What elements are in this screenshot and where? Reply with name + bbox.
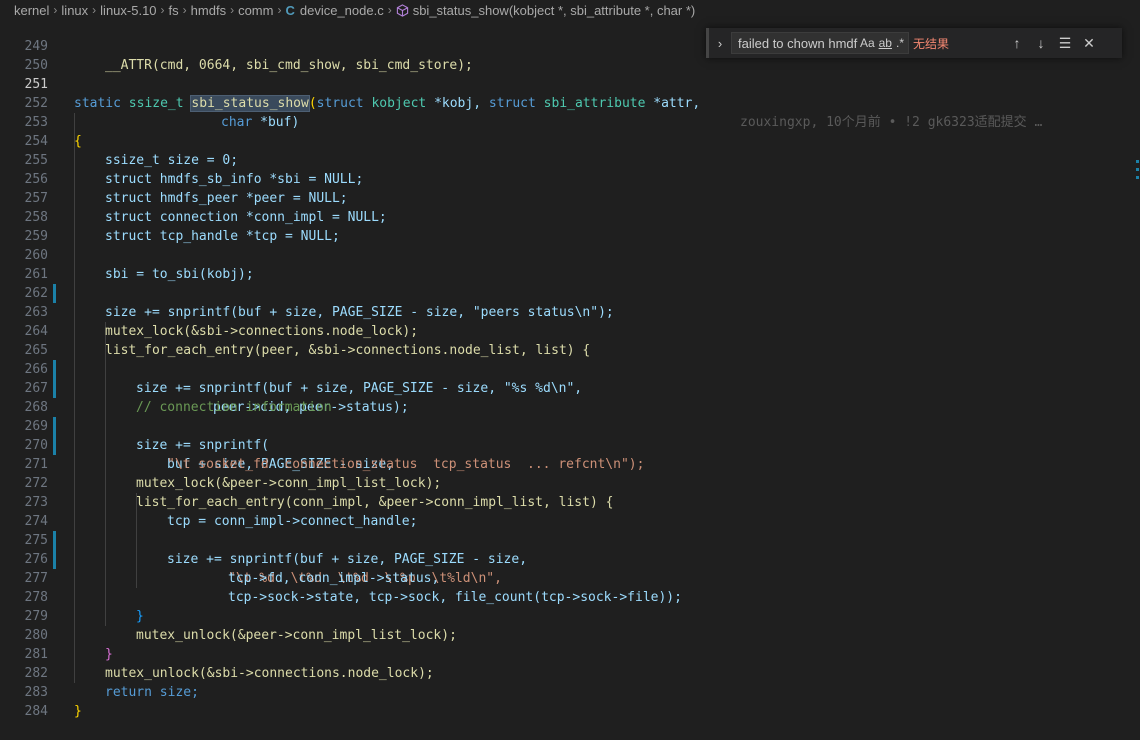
breadcrumb: kernel › linux › linux-5.10 › fs › hmdfs… [0,0,1140,20]
code-line: 261 size += snprintf(buf + size, PAGE_SI… [0,246,1140,320]
code-text: } [74,704,82,719]
method-cube-icon [396,3,409,17]
breadcrumb-linux-version[interactable]: linux-5.10 [100,3,156,18]
find-widget: › failed to chown hmdf Aa ab .* 无结果 ↑ ↓ … [706,28,1122,58]
code-line: 265 size += snprintf(buf + size, PAGE_SI… [0,322,1140,396]
code-line-active: 251 static ssize_t sbi_status_show(struc… [0,56,1140,130]
breadcrumb-kernel[interactable]: kernel [14,3,49,18]
code-line: 256 struct hmdfs_peer *peer = NULL; [0,151,1140,206]
code-line: 275 "\t %d \t%d \t%d \t%p \t%ld\n", [0,512,1140,586]
code-line: 258 struct tcp_handle *tcp = NULL; [0,189,1140,244]
previous-match-arrow-up-icon[interactable]: ↑ [1005,35,1029,51]
chevron-right-icon: › [92,3,97,17]
chevron-right-icon: › [230,3,235,17]
find-in-selection-icon[interactable]: ☰ [1053,35,1077,52]
breadcrumb-file[interactable]: device_node.c [300,3,384,18]
code-line: 282 return size; [0,645,1140,700]
c-file-icon: C [285,2,295,18]
close-icon[interactable]: ✕ [1077,35,1101,52]
find-input[interactable]: failed to chown hmdf Aa ab .* [731,32,909,54]
code-line: 272 list_for_each_entry(conn_impl, &peer… [0,455,1140,510]
regex-toggle[interactable]: .* [896,36,904,50]
code-line: 276 tcp->fd, conn_impl->status, [0,531,1140,586]
code-line: 260 sbi = to_sbi(kobj); [0,227,1140,282]
code-line: 255 struct hmdfs_sb_info *sbi = NULL; [0,132,1140,187]
code-line: 253 { [0,94,1140,149]
code-line: 267 // connection information [0,360,1140,415]
code-line: 254 ssize_t size = 0; [0,113,1140,168]
scrollbar-decorations[interactable] [1136,160,1140,190]
breadcrumb-linux[interactable]: linux [61,3,88,18]
code-line: 274 size += snprintf(buf + size, PAGE_SI… [0,493,1140,567]
chevron-right-icon: › [182,3,187,17]
code-line: 263 mutex_lock(&sbi->connections.node_lo… [0,284,1140,339]
code-line: 262 [0,265,1140,301]
code-editor[interactable]: 249 __ATTR(cmd, 0664, sbi_cmd_show, sbi_… [0,18,1140,719]
code-line: 268 size += snprintf( [0,379,1140,453]
code-line: 259 [0,208,1140,244]
match-case-toggle[interactable]: Aa [860,36,875,50]
toggle-replace-chevron-icon[interactable]: › [709,36,731,51]
whole-word-toggle[interactable]: ab [879,36,892,50]
breadcrumb-comm[interactable]: comm [238,3,273,18]
chevron-right-icon: › [160,3,165,17]
code-line: 278 } [0,569,1140,624]
chevron-right-icon: › [387,3,392,17]
chevron-right-icon: › [277,3,282,17]
code-line: 283 } [0,664,1140,719]
code-line: 271 mutex_lock(&peer->conn_impl_list_loc… [0,436,1140,491]
breadcrumb-hmdfs[interactable]: hmdfs [191,3,226,18]
code-line: 269 buf + size, PAGE_SIZE - size, [0,398,1140,472]
code-line: 264 list_for_each_entry(peer, &sbi->conn… [0,303,1140,358]
code-line: 273 tcp = conn_impl->connect_handle; [0,474,1140,529]
code-line: 280 } [0,607,1140,662]
breadcrumb-fs[interactable]: fs [169,3,179,18]
code-line: 281 mutex_unlock(&sbi->connections.node_… [0,626,1140,681]
code-line: 279 mutex_unlock(&peer->conn_impl_list_l… [0,588,1140,643]
code-line: 277 tcp->sock->state, tcp->sock, file_co… [0,550,1140,605]
line-number: 284 [24,704,48,719]
code-line: 270 "\t socket_fd connection_status tcp_… [0,417,1140,472]
next-match-arrow-down-icon[interactable]: ↓ [1029,35,1053,51]
find-result-count: 无结果 [913,36,950,51]
code-line: 257 struct connection *conn_impl = NULL; [0,170,1140,225]
code-line: 266 peer->cid, peer->status); [0,341,1140,415]
chevron-right-icon: › [53,3,58,17]
code-line: 252 char *buf) [0,75,1140,130]
find-query-text: failed to chown hmdf [738,35,858,51]
breadcrumb-symbol[interactable]: sbi_status_show(kobject *, sbi_attribute… [413,3,696,18]
